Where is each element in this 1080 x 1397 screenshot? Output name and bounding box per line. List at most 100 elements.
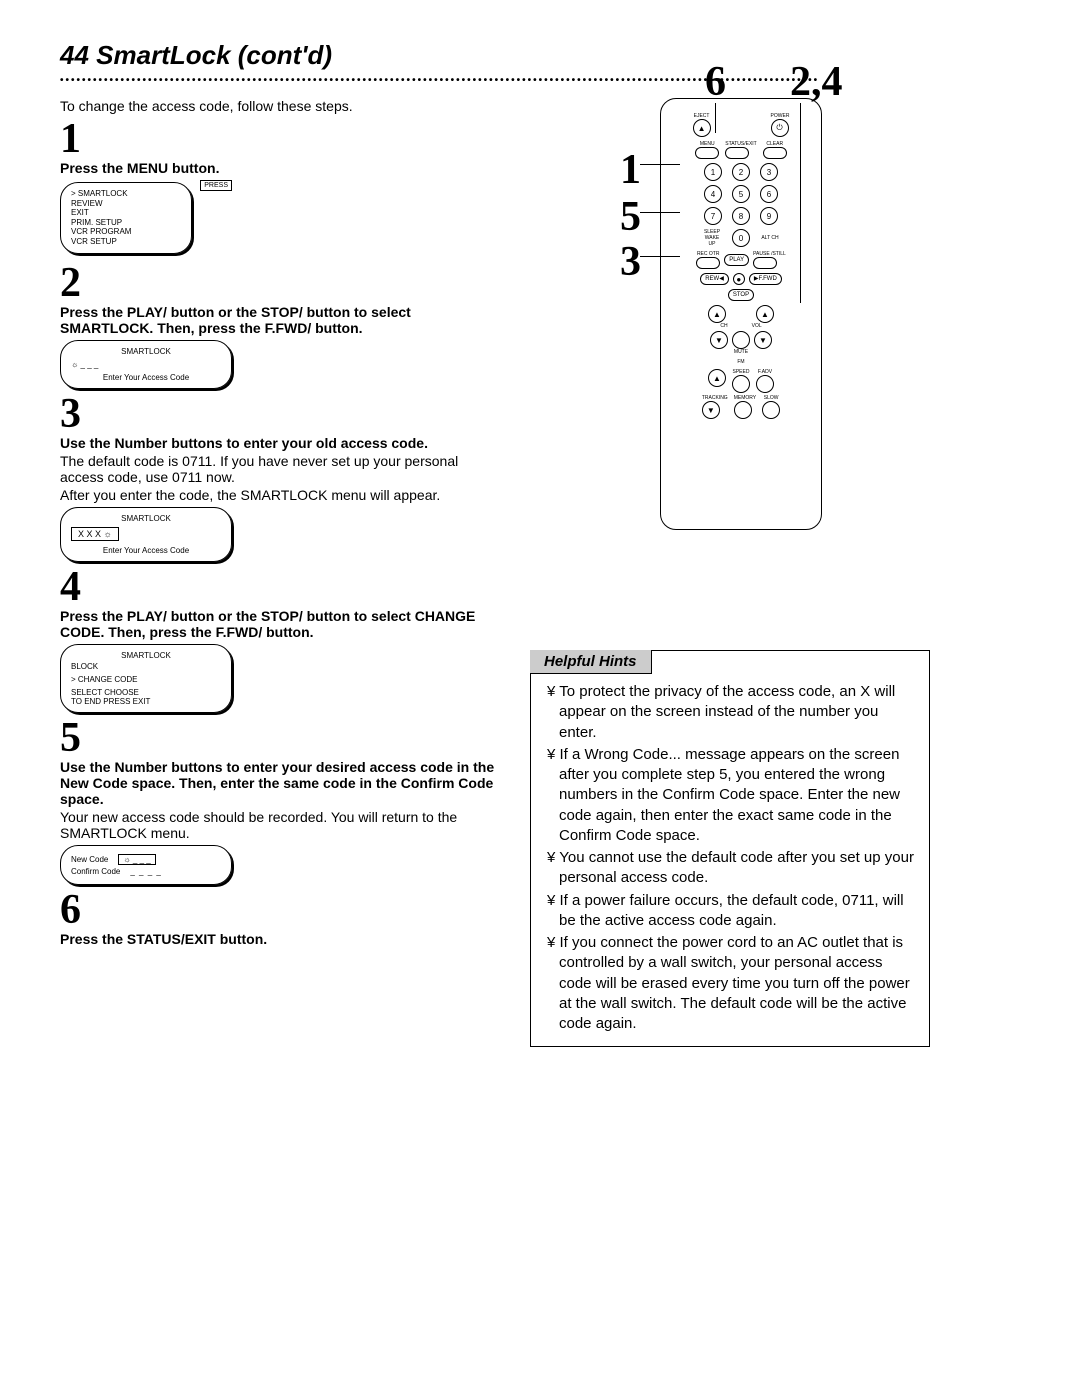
step-5-body: Your new access code should be recorded.… (60, 809, 500, 841)
fadv-button[interactable] (756, 375, 774, 393)
hint-item: ¥ If you connect the power cord to an AC… (547, 933, 919, 1034)
remote-control: EJECT ▲ POWER ⏻ MENU STATUS/EXIT CLEAR 1… (660, 98, 822, 530)
helpful-hints-box: Helpful Hints ¥ To protect the privacy o… (530, 650, 930, 1047)
screen-footer: Enter Your Access Code (71, 546, 221, 555)
mute-label: MUTE (732, 349, 750, 355)
intro-text: To change the access code, follow these … (60, 98, 500, 114)
ch-down-button[interactable]: ▼ (710, 331, 728, 349)
step-3-heading: Use the Number buttons to enter your old… (60, 435, 500, 451)
menu-item: VCR SETUP (71, 237, 181, 247)
num-3-button[interactable]: 3 (760, 163, 778, 181)
ch-label: CH (720, 323, 727, 329)
screen-new-confirm: New Code☼ _ _ _ Confirm Code (60, 845, 232, 885)
callout-1: 1 (620, 146, 641, 194)
status-exit-label: STATUS/EXIT (725, 141, 756, 147)
power-label: POWER (771, 113, 790, 119)
screen-change-code: SMARTLOCK BLOCK > CHANGE CODE SELECT CHO… (60, 644, 232, 713)
step-number-3: 3 (60, 393, 500, 435)
num-9-button[interactable]: 9 (760, 207, 778, 225)
new-code-label: New Code (71, 855, 108, 864)
step-5-heading: Use the Number buttons to enter your des… (60, 759, 500, 807)
confirm-code-label: Confirm Code (71, 867, 120, 876)
screen-title: SMARTLOCK (71, 347, 221, 356)
num-6-button[interactable]: 6 (760, 185, 778, 203)
rec-label: REC OTR (696, 251, 720, 257)
power-button[interactable]: ⏻ (771, 119, 789, 137)
right-column: 6 2,4 1 5 3 EJECT ▲ POWER (530, 98, 930, 1047)
page-title: 44 SmartLock (cont'd) (60, 40, 1020, 71)
tracking-up-button[interactable]: ▲ (708, 369, 726, 387)
step-6-heading: Press the STATUS/EXIT button. (60, 931, 500, 947)
speed-label: SPEED (732, 369, 750, 375)
memory-label: MEMORY (734, 395, 756, 401)
num-4-button[interactable]: 4 (704, 185, 722, 203)
num-7-button[interactable]: 7 (704, 207, 722, 225)
screen-footer: Enter Your Access Code (71, 373, 221, 382)
rec-button[interactable] (696, 257, 720, 269)
menu-item: EXIT (71, 208, 181, 218)
screen-line: TO END PRESS EXIT (71, 697, 221, 706)
steps-column: To change the access code, follow these … (60, 98, 500, 1047)
nav-center[interactable]: ● (733, 273, 745, 285)
sleep-label: SLEEP WAKE UP (702, 229, 722, 247)
slow-label: SLOW (762, 395, 780, 401)
menu-item: PRIM. SETUP (71, 218, 181, 228)
step-1-heading: Press the MENU button. (60, 160, 500, 176)
pause-button[interactable] (753, 257, 777, 269)
screen-menu: > SMARTLOCK REVIEW EXIT PRIM. SETUP VCR … (60, 182, 192, 254)
mute-button[interactable] (732, 331, 750, 349)
step-number-6: 6 (60, 889, 500, 931)
memory-button[interactable] (734, 401, 752, 419)
fadv-label: F.ADV (756, 369, 774, 375)
tracking-label: TRACKING (702, 395, 728, 401)
step-4-heading: Press the PLAY/ button or the STOP/ butt… (60, 608, 500, 640)
vol-down-button[interactable]: ▼ (754, 331, 772, 349)
stop-button[interactable]: STOP (728, 289, 754, 301)
num-1-button[interactable]: 1 (704, 163, 722, 181)
step-number-1: 1 (60, 118, 500, 160)
menu-item: REVIEW (71, 199, 181, 209)
remote-diagram: 6 2,4 1 5 3 EJECT ▲ POWER (590, 98, 870, 530)
num-8-button[interactable]: 8 (732, 207, 750, 225)
num-5-button[interactable]: 5 (732, 185, 750, 203)
num-2-button[interactable]: 2 (732, 163, 750, 181)
screen-smartlock-entry: SMARTLOCK ☼ _ _ _ Enter Your Access Code (60, 340, 232, 389)
play-button[interactable]: PLAY (724, 254, 749, 266)
menu-label: MENU (695, 141, 719, 147)
step-3-body-1: The default code is 0711. If you have ne… (60, 453, 500, 485)
hint-item: ¥ If a Wrong Code... message appears on … (547, 745, 919, 846)
status-exit-button[interactable] (725, 147, 749, 159)
menu-item: > SMARTLOCK (71, 189, 181, 199)
step-number-2: 2 (60, 262, 500, 304)
dotted-rule: ••••••••••••••••••••••••••••••••••••••••… (60, 75, 1020, 86)
screen-line: SELECT CHOOSE (71, 688, 221, 697)
num-0-button[interactable]: 0 (732, 229, 750, 247)
step-2-heading: Press the PLAY/ button or the STOP/ butt… (60, 304, 500, 336)
slow-button[interactable] (762, 401, 780, 419)
screen-line: BLOCK (71, 662, 221, 671)
tracking-down-button[interactable]: ▼ (702, 401, 720, 419)
clear-label: CLEAR (763, 141, 787, 147)
step-3-body-2: After you enter the code, the SMARTLOCK … (60, 487, 500, 503)
clear-button[interactable] (763, 147, 787, 159)
screen-title: SMARTLOCK (71, 651, 221, 660)
callout-5: 5 (620, 193, 641, 241)
hint-item: ¥ If a power failure occurs, the default… (547, 891, 919, 932)
press-label: PRESS (200, 180, 232, 191)
menu-button[interactable] (695, 147, 719, 159)
vol-up-button[interactable]: ▲ (756, 305, 774, 323)
ch-up-button[interactable]: ▲ (708, 305, 726, 323)
rew-button[interactable]: REW◀ (700, 273, 729, 285)
speed-button[interactable] (732, 375, 750, 393)
screen-line: > CHANGE CODE (71, 675, 221, 684)
vol-label: VOL (752, 323, 762, 329)
ffwd-button[interactable]: ▶F.FWD (749, 273, 782, 285)
callout-3: 3 (620, 238, 641, 286)
eject-button[interactable]: ▲ (693, 119, 711, 137)
menu-item: VCR PROGRAM (71, 227, 181, 237)
hint-item: ¥ To protect the privacy of the access c… (547, 682, 919, 743)
pause-label: PAUSE /STILL (753, 251, 786, 257)
code-masked: X X X ☼ (71, 527, 119, 541)
eject-label: EJECT (693, 113, 711, 119)
step-number-5: 5 (60, 717, 500, 759)
